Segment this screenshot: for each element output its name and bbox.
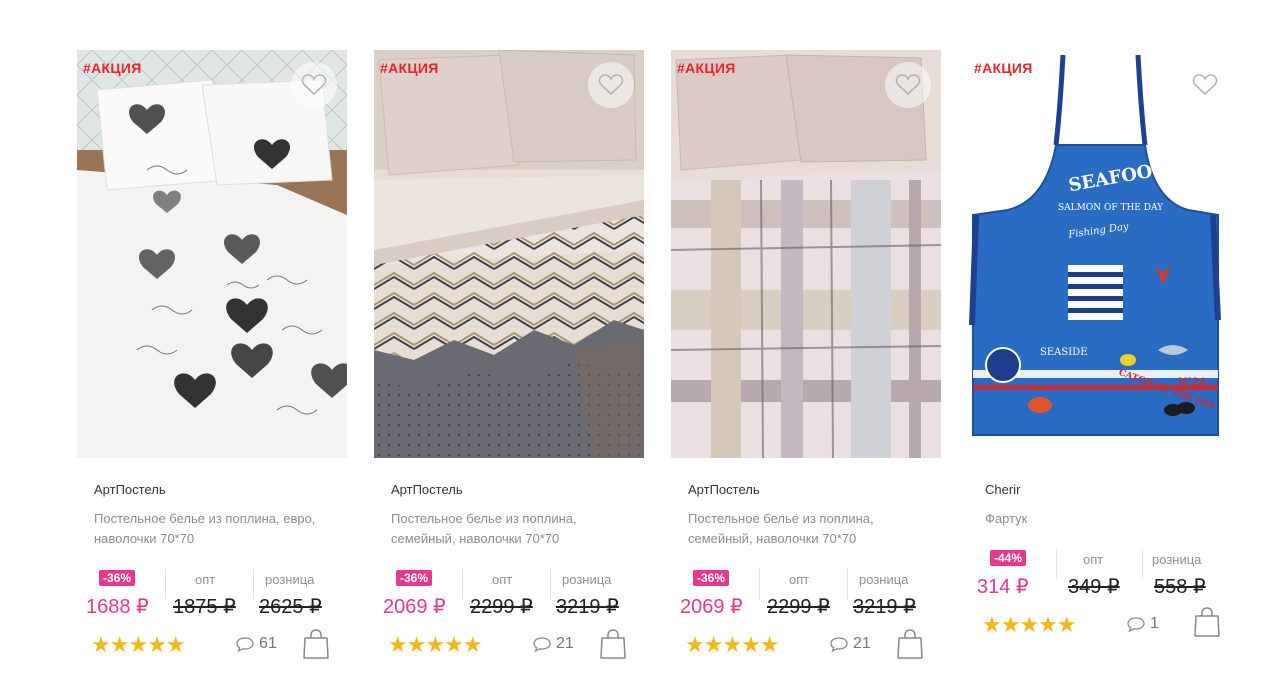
product-card[interactable]: #АКЦИЯ АртПостель Постельное белье из по…: [374, 50, 644, 690]
comments-count[interactable]: 1: [1126, 615, 1159, 633]
retail-price: 2625 ₽: [259, 596, 322, 618]
retail-label: розница: [562, 572, 612, 587]
speech-bubble-icon: [830, 637, 848, 653]
rating-stars[interactable]: ★★★★★: [982, 612, 1077, 638]
price-block: -44% 314 ₽ опт 349 ₽ розница 558 ₽: [968, 547, 1238, 603]
promo-tag[interactable]: #АКЦИЯ: [380, 60, 439, 76]
add-to-cart-button[interactable]: [303, 628, 329, 665]
discount-badge: -36%: [693, 570, 730, 586]
product-image[interactable]: #АКЦИЯ: [77, 50, 347, 458]
shopping-bag-icon: [1194, 607, 1220, 637]
favorite-button[interactable]: [291, 62, 337, 108]
price-block: -36% 2069 ₽ опт 2299 ₽ розница 3219 ₽: [374, 567, 644, 623]
comments-count[interactable]: 61: [235, 635, 277, 653]
price-block: -36% 1688 ₽ опт 1875 ₽ розница 2625 ₽: [77, 567, 347, 623]
shopping-bag-icon: [600, 629, 626, 659]
product-image[interactable]: #АКЦИЯ: [374, 50, 644, 458]
divider: [1142, 549, 1143, 579]
product-image[interactable]: #АКЦИЯ: [671, 50, 941, 458]
divider: [759, 569, 760, 599]
opt-price: 2299 ₽: [470, 596, 533, 618]
opt-price: 2299 ₽: [767, 596, 830, 618]
product-brand[interactable]: Cherir: [985, 482, 1020, 497]
add-to-cart-button[interactable]: [897, 628, 923, 665]
comments-number: 61: [259, 635, 277, 652]
sale-price: 1688 ₽: [86, 596, 149, 618]
comments-count[interactable]: 21: [532, 635, 574, 653]
product-card[interactable]: #АКЦИЯ АртПостель Постельное белье из по…: [77, 50, 347, 690]
product-brand[interactable]: АртПостель: [688, 482, 760, 497]
promo-tag[interactable]: #АКЦИЯ: [677, 60, 736, 76]
product-title[interactable]: Постельное белье из поплина, евро, навол…: [94, 509, 334, 549]
favorite-button[interactable]: [1182, 62, 1228, 108]
promo-tag[interactable]: #АКЦИЯ: [974, 60, 1033, 76]
product-brand[interactable]: АртПостель: [94, 482, 166, 497]
shopping-bag-icon: [303, 629, 329, 659]
rating-stars[interactable]: ★★★★★: [388, 632, 483, 658]
bedding-plaid-image: [671, 50, 941, 458]
divider: [1056, 549, 1057, 579]
product-title[interactable]: Постельное белье из поплина, семейный, н…: [391, 509, 631, 549]
speech-bubble-icon: [236, 637, 254, 653]
speech-bubble-icon: [1127, 617, 1145, 633]
divider: [550, 569, 551, 599]
product-title[interactable]: Постельное белье из поплина, семейный, н…: [688, 509, 928, 549]
sale-price: 2069 ₽: [383, 596, 446, 618]
discount-badge: -44%: [990, 550, 1027, 566]
apron-salmon-text: SALMON OF THE DAY: [1058, 203, 1164, 213]
price-block: -36% 2069 ₽ опт 2299 ₽ розница 3219 ₽: [671, 567, 941, 623]
apron-image: SEAFOOD SALMON OF THE DAY Fishing Day SE…: [968, 50, 1238, 458]
opt-price: 1875 ₽: [173, 596, 236, 618]
sale-price: 2069 ₽: [680, 596, 743, 618]
opt-price: 349 ₽: [1068, 576, 1120, 598]
comments-number: 21: [853, 635, 871, 652]
comments-number: 21: [556, 635, 574, 652]
bedding-zigzag-image: [374, 50, 644, 458]
sale-price: 314 ₽: [977, 576, 1029, 598]
speech-bubble-icon: [533, 637, 551, 653]
comments-number: 1: [1150, 615, 1159, 632]
retail-label: розница: [1152, 552, 1202, 567]
discount-badge: -36%: [99, 570, 136, 586]
divider: [462, 569, 463, 599]
product-image[interactable]: SEAFOOD SALMON OF THE DAY Fishing Day SE…: [968, 50, 1238, 458]
product-card[interactable]: #АКЦИЯ АртПостель Постельное белье из по…: [671, 50, 941, 690]
discount-badge: -36%: [396, 570, 433, 586]
favorite-button[interactable]: [885, 62, 931, 108]
retail-price: 558 ₽: [1154, 576, 1206, 598]
apron-seaside-text: SEASIDE: [1040, 347, 1088, 358]
product-brand[interactable]: АртПостель: [391, 482, 463, 497]
opt-label: опт: [492, 572, 513, 587]
heart-outline-icon: [598, 74, 624, 96]
divider: [165, 569, 166, 599]
retail-price: 3219 ₽: [556, 596, 619, 618]
rating-stars[interactable]: ★★★★★: [91, 632, 186, 658]
opt-label: опт: [195, 572, 216, 587]
opt-label: опт: [1083, 552, 1104, 567]
comments-count[interactable]: 21: [829, 635, 871, 653]
apron-number-text: N°24: [1178, 377, 1206, 388]
add-to-cart-button[interactable]: [1194, 606, 1220, 643]
rating-stars[interactable]: ★★★★★: [685, 632, 780, 658]
promo-tag[interactable]: #АКЦИЯ: [83, 60, 142, 76]
product-card[interactable]: SEAFOOD SALMON OF THE DAY Fishing Day SE…: [968, 50, 1238, 690]
heart-outline-icon: [895, 74, 921, 96]
favorite-button[interactable]: [588, 62, 634, 108]
retail-price: 3219 ₽: [853, 596, 916, 618]
product-title[interactable]: Фартук: [985, 509, 1225, 529]
bedding-hearts-image: [77, 50, 347, 458]
heart-outline-icon: [301, 74, 327, 96]
add-to-cart-button[interactable]: [600, 628, 626, 665]
shopping-bag-icon: [897, 629, 923, 659]
heart-outline-icon: [1192, 74, 1218, 96]
opt-label: опт: [789, 572, 810, 587]
divider: [847, 569, 848, 599]
retail-label: розница: [859, 572, 909, 587]
retail-label: розница: [265, 572, 315, 587]
divider: [253, 569, 254, 599]
